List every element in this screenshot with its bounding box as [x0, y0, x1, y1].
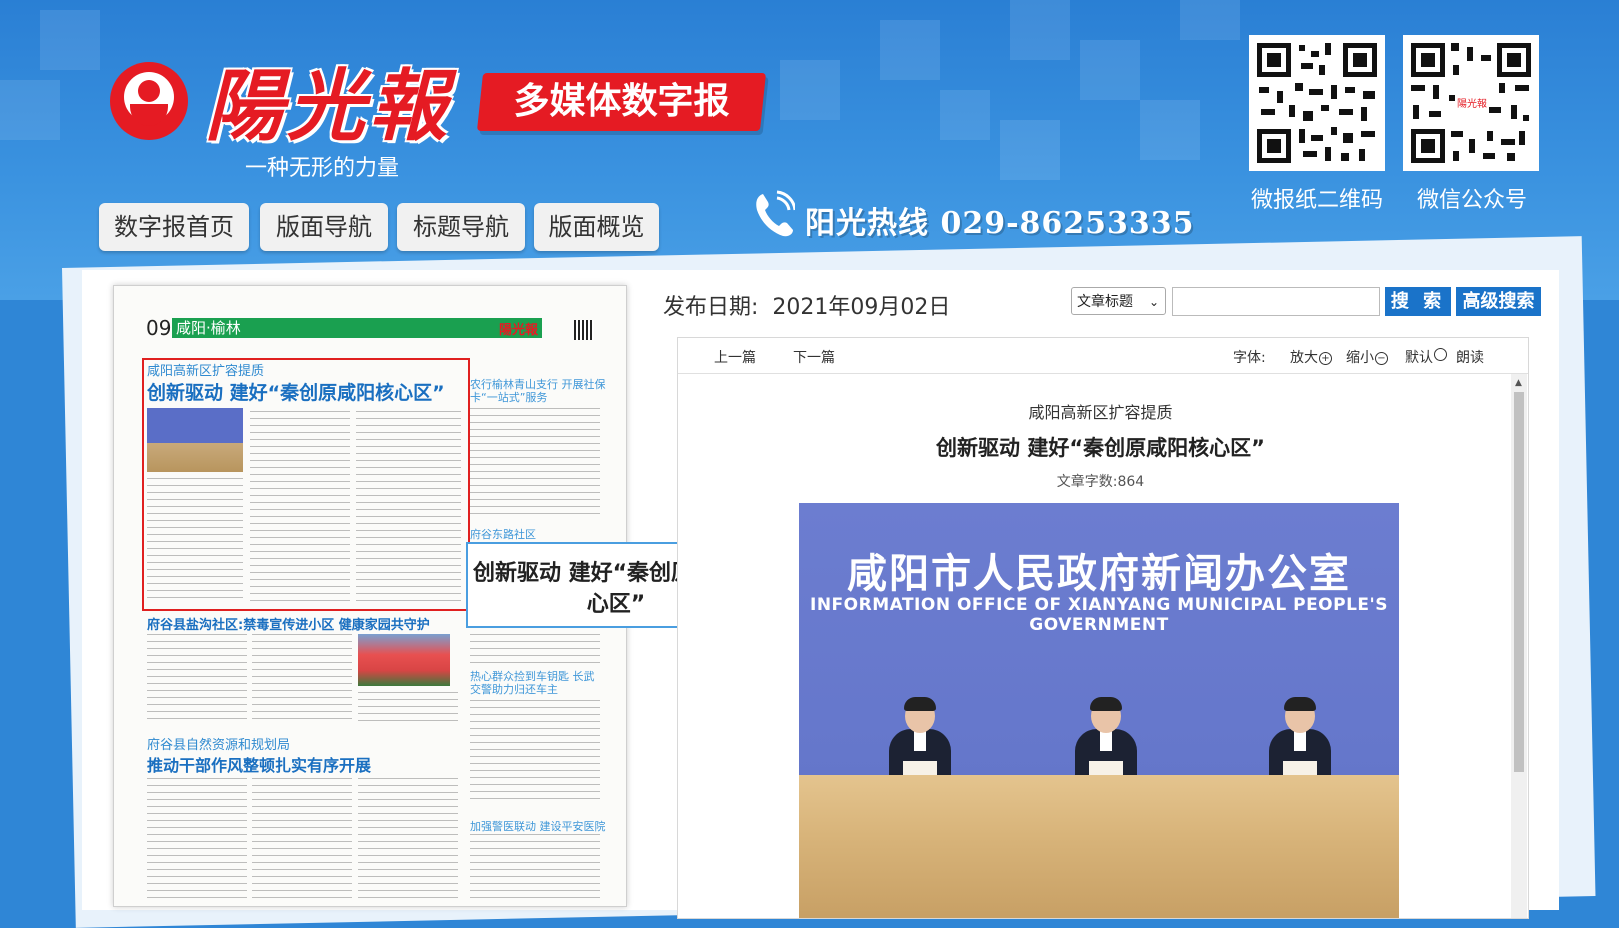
logo-icon — [110, 62, 188, 140]
np-text-block — [356, 411, 461, 601]
search-input[interactable] — [1172, 287, 1380, 316]
phone-icon — [756, 190, 795, 237]
nav-page-overview[interactable]: 版面概览 — [534, 203, 659, 251]
page-logo: 陽光報 — [499, 323, 539, 338]
np-text-block — [358, 778, 458, 903]
plus-icon: + — [1319, 352, 1332, 365]
np-text-block — [470, 408, 600, 518]
article-panel: 上一篇 下一篇 字体: 放大 + 缩小 − 默认 朗读 咸阳高新区扩容提质 创新驱动… — [677, 337, 1529, 919]
np-text-block — [470, 834, 600, 904]
np-headline[interactable]: 创新驱动 建好“秦创原咸阳核心区” — [147, 378, 445, 405]
np-kicker: 咸阳高新区扩容提质 — [147, 364, 265, 379]
next-article-link[interactable]: 下一篇 — [793, 347, 835, 367]
photo-backdrop-en: INFORMATION OFFICE OF XIANYANG MUNICIPAL… — [810, 595, 1388, 635]
np-text-block — [470, 700, 600, 805]
article-scrollbar[interactable]: ▲ — [1511, 374, 1527, 918]
photo-desk — [799, 775, 1399, 918]
name-plate — [903, 761, 937, 775]
article-title: 创新驱动 建好“秦创原咸阳核心区” — [936, 436, 1265, 460]
np-side-headline[interactable]: 农行榆林青山支行 开展社保卡“一站式”服务 — [470, 378, 620, 404]
np-text-block — [252, 778, 352, 903]
np-text-block — [147, 778, 247, 903]
article-kicker: 咸阳高新区扩容提质 — [1028, 403, 1173, 422]
qr-label-newspaper: 微报纸二维码 — [1250, 188, 1383, 213]
np-text-block — [470, 634, 600, 664]
name-plate — [1283, 761, 1317, 775]
article-toolbar: 上一篇 下一篇 字体: 放大 + 缩小 − 默认 朗读 — [678, 338, 1528, 374]
publish-date: 发布日期: 2021年09月02日 — [663, 295, 951, 320]
np-story3[interactable]: 推动干部作风整顿扎实有序开展 — [147, 752, 371, 776]
nav-page-navigation[interactable]: 版面导航 — [260, 203, 388, 251]
default-size-button[interactable]: 默认 — [1405, 347, 1447, 367]
np-story2[interactable]: 府谷县盐沟社区:禁毒宣传进小区 健康家园共守护 — [147, 614, 430, 633]
advanced-search-button[interactable]: 高级搜索 — [1456, 287, 1541, 316]
multimedia-badge: 多媒体数字报 — [476, 73, 767, 131]
np-side4[interactable]: 加强警医联动 建设平安医院 — [470, 818, 606, 834]
article-photo: 咸阳市人民政府新闻办公室 INFORMATION OFFICE OF XIANY… — [799, 503, 1399, 918]
font-label: 字体: — [1233, 350, 1266, 366]
zoom-in-button[interactable]: 放大 + — [1290, 347, 1332, 367]
np-photo — [147, 408, 243, 472]
search-type-select[interactable]: 文章标题 ⌄ — [1071, 287, 1166, 315]
prev-article-link[interactable]: 上一篇 — [714, 347, 756, 367]
slogan: 一种无形的力量 — [245, 156, 400, 181]
np-text-block — [358, 692, 458, 722]
mini-qr-icon — [574, 320, 594, 340]
np-text-block — [147, 634, 247, 719]
qr-label-wechat: 微信公众号 — [1416, 188, 1527, 213]
read-aloud-button[interactable]: 朗读 — [1456, 347, 1484, 367]
scrollbar-thumb[interactable] — [1514, 392, 1524, 772]
article-word-count: 文章字数:864 — [1056, 474, 1145, 490]
qr-code-icon — [1249, 35, 1385, 171]
qr-code-icon: 陽光報 — [1403, 35, 1539, 171]
nav-home[interactable]: 数字报首页 — [99, 203, 249, 251]
np-side-sub: 府谷东路社区 — [470, 528, 536, 541]
scroll-up-icon[interactable]: ▲ — [1515, 378, 1522, 388]
photo-backdrop-cn: 咸阳市人民政府新闻办公室 — [847, 551, 1351, 597]
svg-text:陽光報: 陽光報 — [1457, 97, 1487, 110]
name-plate — [1089, 761, 1123, 775]
hotline: 阳光热线 029-86253335 — [805, 206, 1195, 241]
chevron-down-icon: ⌄ — [1148, 295, 1159, 309]
logo-text: 陽光報 — [205, 61, 452, 152]
np-story3-kicker: 府谷县自然资源和规划局 — [147, 738, 291, 753]
circle-icon — [1434, 348, 1447, 361]
nav-title-navigation[interactable]: 标题导航 — [397, 203, 525, 251]
search-button[interactable]: 搜 索 — [1385, 287, 1451, 316]
page-number: 09 — [146, 316, 172, 340]
minus-icon: − — [1375, 352, 1388, 365]
np-photo — [358, 634, 450, 686]
zoom-out-button[interactable]: 缩小 − — [1346, 347, 1388, 367]
page-section-bar: 咸阳·榆林 — [172, 318, 542, 338]
np-text-block — [250, 411, 350, 601]
np-text-block — [147, 478, 243, 598]
np-side3[interactable]: 热心群众捡到车钥匙 长武交警助力归还车主 — [470, 670, 600, 696]
np-text-block — [252, 634, 352, 719]
